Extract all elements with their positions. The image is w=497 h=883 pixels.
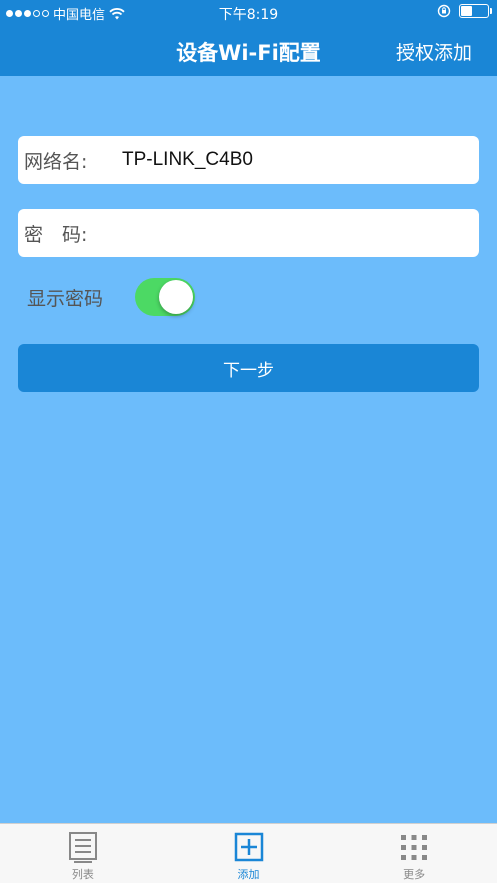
password-input[interactable] (114, 222, 479, 244)
authorize-add-button[interactable]: 授权添加 (396, 38, 472, 65)
password-field[interactable]: 密 码: (18, 209, 479, 257)
tab-add[interactable]: 添加 (166, 824, 332, 883)
network-name-input[interactable] (114, 149, 479, 171)
show-password-row: 显示密码 (27, 278, 195, 316)
tab-bar: 列表 添加 更多 (0, 823, 497, 883)
more-grid-icon (401, 835, 428, 860)
tab-more[interactable]: 更多 (331, 824, 497, 883)
tab-list-label: 列表 (71, 868, 94, 881)
list-icon (68, 832, 97, 863)
status-time: 下午8:19 (218, 7, 279, 23)
status-right (437, 4, 492, 18)
password-label: 密 码: (24, 223, 88, 246)
next-step-button[interactable]: 下一步 (18, 344, 479, 392)
show-password-toggle[interactable] (135, 278, 195, 316)
tab-more-label: 更多 (403, 868, 426, 881)
network-name-field[interactable]: 网络名: (18, 136, 479, 184)
tab-list[interactable]: 列表 (0, 824, 166, 883)
battery-icon (459, 4, 492, 18)
orientation-lock-icon (437, 4, 451, 18)
toggle-knob (159, 280, 193, 314)
status-bar: 中国电信 下午8:19 (0, 0, 497, 26)
nav-bar: 设备Wi-Fi配置 授权添加 (0, 26, 497, 76)
tab-add-label: 添加 (237, 868, 260, 881)
network-name-label: 网络名: (24, 150, 88, 173)
add-icon (234, 832, 263, 862)
show-password-label: 显示密码 (27, 287, 104, 310)
